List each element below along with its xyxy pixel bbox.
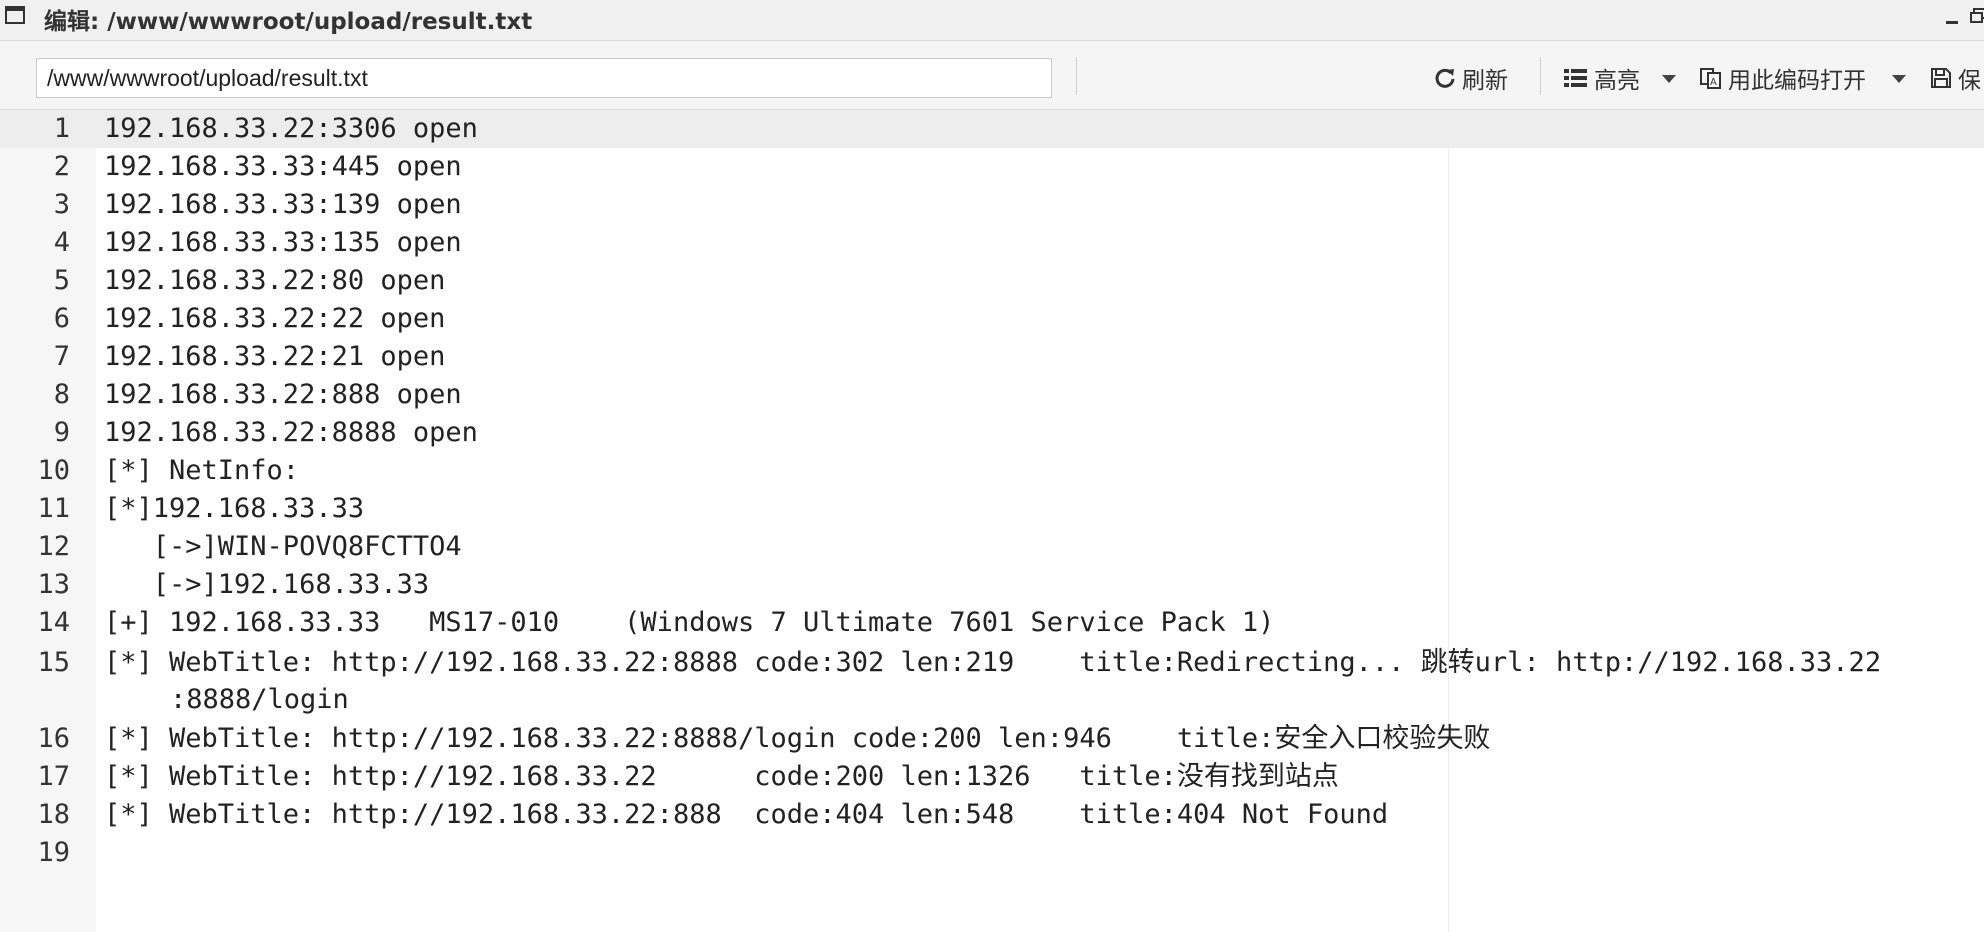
minimize-icon[interactable] <box>1944 8 1962 28</box>
toolbar-divider <box>1076 57 1077 95</box>
toolbar-divider <box>1540 57 1541 95</box>
svg-text:A: A <box>1710 77 1717 88</box>
line-number: 15 <box>37 647 70 678</box>
code-editor[interactable]: 1 192.168.33.22:3306 open 2 192.168.33.3… <box>0 110 1984 932</box>
open-with-encoding-button[interactable]: A 用此编码打开 <box>1700 58 1866 98</box>
encoding-dropdown-caret[interactable] <box>1892 75 1906 83</box>
line-text[interactable]: [*] WebTitle: http://192.168.33.22:8888/… <box>104 720 1974 758</box>
line-text: [*] WebTitle: http://192.168.33.22:8888 … <box>104 647 1882 678</box>
file-path-input[interactable] <box>36 58 1052 98</box>
highlight-label: 高亮 <box>1594 68 1640 94</box>
line-number: 16 <box>37 723 70 754</box>
refresh-button[interactable]: 刷新 <box>1434 58 1508 98</box>
line-text[interactable]: [->]WIN-POVQ8FCTTO4 <box>104 528 1974 566</box>
line-number: 3 <box>53 189 70 220</box>
line-number: 18 <box>37 799 70 830</box>
line-number: 8 <box>53 379 70 410</box>
line-number: 12 <box>37 531 70 562</box>
toolbar: 刷新 高亮 A 用此编码打开 <box>0 41 1984 110</box>
line-number: 11 <box>37 493 70 524</box>
line-number: 13 <box>37 569 70 600</box>
line-text[interactable]: 192.168.33.22:8888 open <box>104 414 1974 452</box>
line-text[interactable]: [*] WebTitle: http://192.168.33.22 code:… <box>104 758 1974 796</box>
line-number: 2 <box>53 151 70 182</box>
encoding-label: 用此编码打开 <box>1728 68 1866 94</box>
highlight-dropdown-caret[interactable] <box>1662 75 1676 83</box>
line-text[interactable]: [*] WebTitle: http://192.168.33.22:888 c… <box>104 796 1974 834</box>
line-number: 5 <box>53 265 70 296</box>
line-text[interactable]: 192.168.33.22:3306 open <box>104 110 1974 148</box>
line-text[interactable]: 192.168.33.33:135 open <box>104 224 1974 262</box>
window-title: 编辑: /www/wwwroot/upload/result.txt <box>44 9 533 35</box>
line-text[interactable]: 192.168.33.33:445 open <box>104 148 1974 186</box>
refresh-icon <box>1435 68 1455 88</box>
line-text[interactable]: 192.168.33.22:22 open <box>104 300 1974 338</box>
window-icon <box>5 6 25 24</box>
line-number: 17 <box>37 761 70 792</box>
line-text[interactable]: 192.168.33.33:139 open <box>104 186 1974 224</box>
line-number: 7 <box>53 341 70 372</box>
save-icon <box>1931 68 1951 88</box>
save-label: 保 <box>1958 68 1981 94</box>
line-text[interactable]: [*]192.168.33.33 <box>104 490 1974 528</box>
list-icon <box>1564 69 1587 87</box>
line-text-wrapped[interactable]: [*] WebTitle: http://192.168.33.22:8888 … <box>104 644 1974 718</box>
line-text[interactable]: 192.168.33.22:80 open <box>104 262 1974 300</box>
line-text[interactable]: 192.168.33.22:888 open <box>104 376 1974 414</box>
title-bar: 编辑: /www/wwwroot/upload/result.txt <box>0 0 1984 41</box>
line-number: 14 <box>37 607 70 638</box>
line-number: 1 <box>53 113 70 144</box>
editor-window: 编辑: /www/wwwroot/upload/result.txt 刷新 <box>0 0 1984 932</box>
encoding-icon: A <box>1700 68 1721 89</box>
line-text[interactable]: 192.168.33.22:21 open <box>104 338 1974 376</box>
save-button[interactable]: 保 <box>1930 58 1981 98</box>
line-text[interactable]: [+] 192.168.33.33 MS17-010 (Windows 7 Ul… <box>104 604 1974 642</box>
line-text-continuation: :8888/login <box>170 684 349 715</box>
restore-icon[interactable] <box>1970 6 1984 26</box>
highlight-button[interactable]: 高亮 <box>1564 58 1640 98</box>
refresh-label: 刷新 <box>1462 68 1508 94</box>
line-number: 10 <box>37 455 70 486</box>
line-number: 6 <box>53 303 70 334</box>
line-number: 4 <box>53 227 70 258</box>
line-number: 19 <box>37 837 70 868</box>
line-text[interactable]: [*] NetInfo: <box>104 452 1974 490</box>
line-text[interactable]: [->]192.168.33.33 <box>104 566 1974 604</box>
line-number: 9 <box>53 417 70 448</box>
